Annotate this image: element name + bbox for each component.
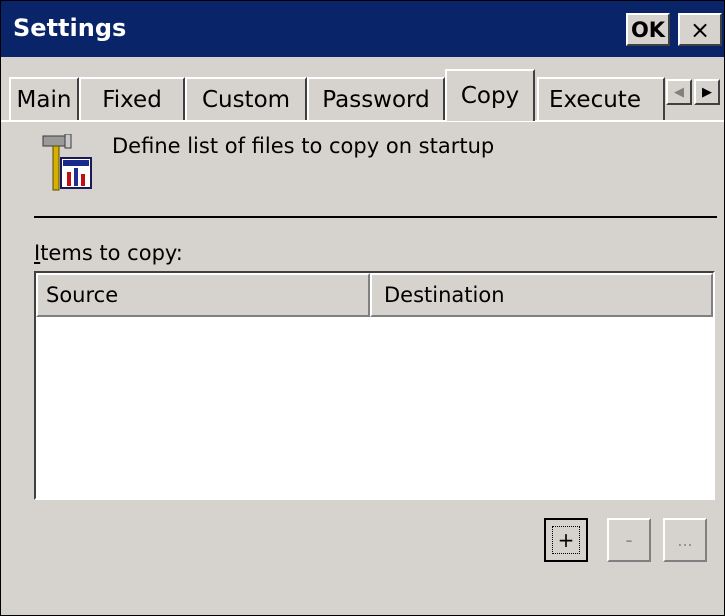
add-item-button[interactable]: + <box>544 518 588 562</box>
edit-item-button[interactable]: ... <box>663 518 707 562</box>
remove-item-button[interactable]: - <box>607 518 651 562</box>
ok-button[interactable]: OK <box>626 13 670 46</box>
tab-baseline <box>1 120 724 122</box>
tab-password[interactable]: Password <box>307 77 445 121</box>
settings-window: Settings OK × Main Fixed Custom Password… <box>0 0 725 616</box>
separator <box>34 216 717 218</box>
tab-fixed[interactable]: Fixed <box>79 77 185 121</box>
tab-scroll-right-icon[interactable]: ▶ <box>694 79 720 105</box>
tab-scroll-left-icon[interactable]: ◀ <box>666 79 692 105</box>
tab-execute[interactable]: Execute <box>537 77 665 121</box>
add-label: + <box>552 526 580 554</box>
items-label-text: tems to copy: <box>40 241 183 265</box>
window-title: Settings <box>13 14 127 42</box>
tab-strip: Main Fixed Custom Password Copy Execute <box>1 57 724 123</box>
column-header-source[interactable]: Source <box>36 273 370 317</box>
column-header-destination[interactable]: Destination <box>370 273 713 317</box>
title-bar: Settings OK × <box>1 1 724 57</box>
settings-tools-icon <box>39 133 97 194</box>
close-button[interactable]: × <box>678 13 722 46</box>
tab-main[interactable]: Main <box>9 77 79 121</box>
page-description: Define list of files to copy on startup <box>112 134 495 158</box>
items-to-copy-label: Items to copy: <box>34 241 183 265</box>
list-header: Source Destination <box>36 273 713 317</box>
tab-custom[interactable]: Custom <box>185 77 307 121</box>
items-list[interactable]: Source Destination <box>34 271 715 500</box>
tab-copy[interactable]: Copy <box>445 69 535 121</box>
